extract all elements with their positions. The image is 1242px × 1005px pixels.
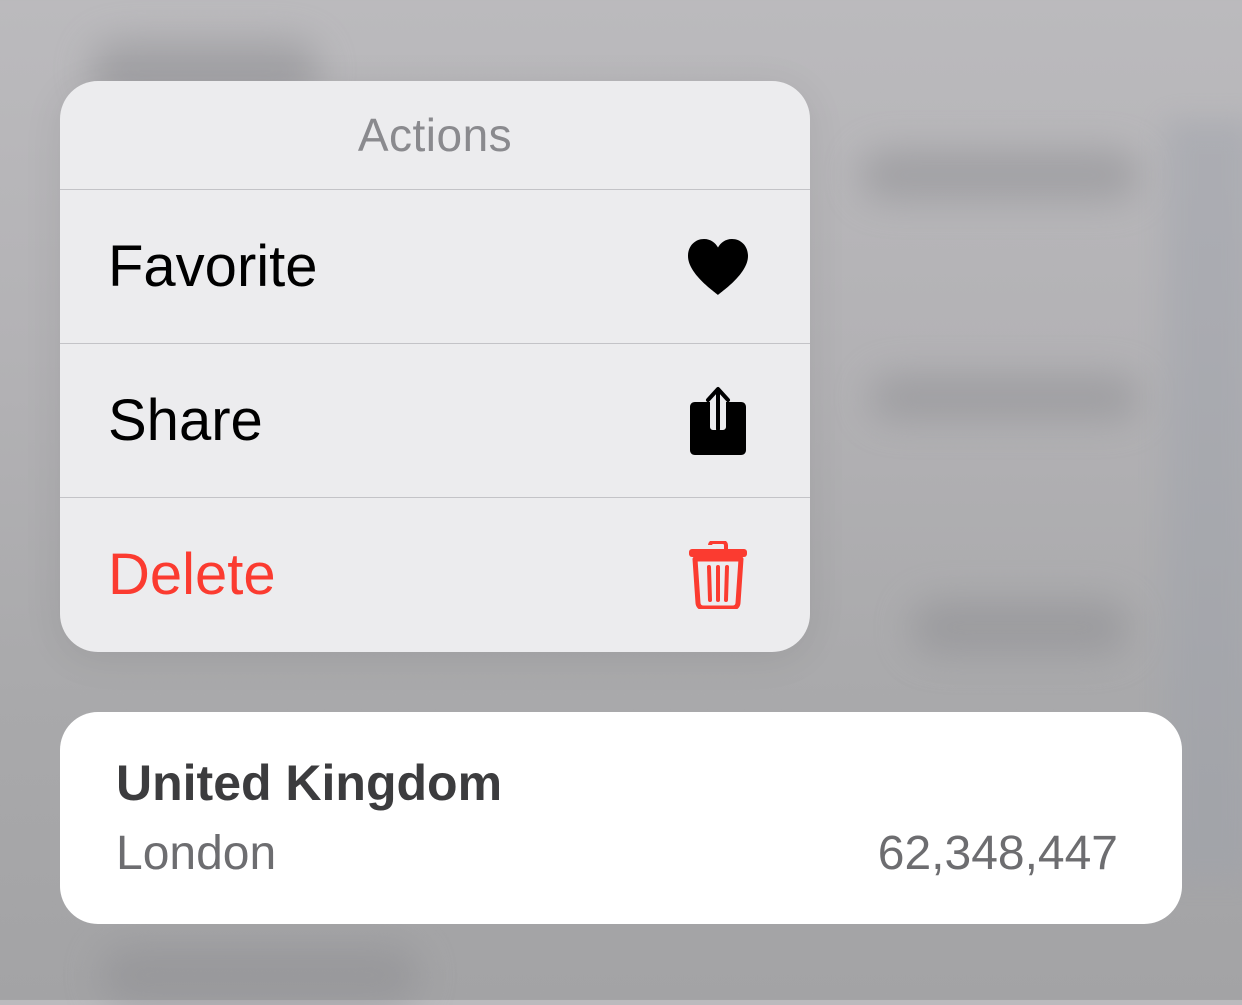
background-blur-shape [910,600,1130,655]
card-detail-row: London 62,348,447 [116,826,1118,881]
card-title: United Kingdom [116,755,503,811]
menu-item-label: Delete [108,542,276,607]
trash-icon [686,540,750,609]
menu-item-label: Favorite [108,234,318,299]
context-menu-title: Actions [357,109,513,161]
menu-item-share[interactable]: Share [60,344,810,498]
share-icon [686,386,750,455]
heart-icon [686,235,750,299]
preview-card[interactable]: United Kingdom London 62,348,447 [60,712,1182,924]
background-blur-shape [100,945,420,1005]
card-value: 62,348,447 [877,827,1118,880]
menu-item-favorite[interactable]: Favorite [60,190,810,344]
card-subtitle: London [116,827,277,880]
context-menu: Actions Favorite Share Delete [60,81,810,652]
background-blur-shape [870,375,1140,420]
context-menu-header: Actions [60,81,810,190]
background-blur-shape [860,150,1140,200]
menu-item-delete[interactable]: Delete [60,498,810,651]
menu-item-label: Share [108,388,263,453]
